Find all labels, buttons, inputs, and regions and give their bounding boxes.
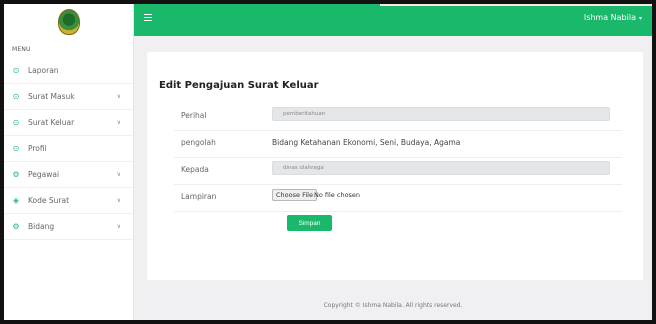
chevron-down-icon: ∨ — [116, 119, 121, 126]
perihal-input[interactable]: pemberitahuan — [272, 107, 610, 121]
sidebar-item-label: Pegawai — [28, 170, 60, 179]
sidebar-item-kode-surat[interactable]: ◈ Kode Surat ∨ — [4, 188, 133, 214]
perihal-row: Perihal pemberitahuan — [174, 104, 622, 131]
user-name: Ishma Nabila — [583, 13, 636, 22]
sidebar-item-label: Surat Masuk — [28, 92, 75, 101]
menu-title: MENU — [12, 46, 31, 53]
circle-icon: ⊙ — [12, 91, 20, 101]
circle-icon: ⊙ — [12, 143, 20, 153]
kepada-input[interactable]: dinas olahraga — [272, 161, 610, 175]
file-status: No file chosen — [314, 191, 361, 199]
gear-icon: ⚙ — [12, 169, 20, 179]
chevron-down-icon: ∨ — [116, 223, 121, 230]
footer-copyright: Copyright © Ishma Nabila. All rights res… — [323, 302, 463, 309]
circle-icon: ⊙ — [12, 117, 20, 127]
circle-icon: ⊙ — [12, 65, 20, 75]
choose-file-button[interactable]: Choose File — [272, 189, 317, 201]
pengolah-label: pengolah — [181, 138, 216, 147]
perihal-label: Perihal — [181, 111, 207, 120]
sidebar-item-label: Bidang — [28, 222, 55, 231]
lampiran-row: Lampiran Choose File No file chosen — [174, 185, 622, 212]
sidebar-item-label: Surat Keluar — [28, 118, 75, 127]
chevron-down-icon: ∨ — [116, 197, 121, 204]
top-accent-strip — [380, 0, 656, 6]
pengolah-row: pengolah Bidang Ketahanan Ekonomi, Seni,… — [174, 131, 622, 158]
chevron-down-icon: ∨ — [116, 93, 121, 100]
sidebar-item-profil[interactable]: ⊙ Profil — [4, 136, 133, 162]
pengolah-value: Bidang Ketahanan Ekonomi, Seni, Budaya, … — [272, 138, 461, 147]
sidebar-item-surat-keluar[interactable]: ⊙ Surat Keluar ∨ — [4, 110, 133, 136]
logo-area — [4, 4, 133, 40]
caret-down-icon: ▾ — [638, 15, 642, 22]
form-card: Edit Pengajuan Surat Keluar Perihal pemb… — [147, 52, 643, 280]
gear-icon: ⚙ — [12, 221, 20, 231]
sidebar-item-label: Kode Surat — [28, 196, 70, 205]
sidebar-item-label: Laporan — [28, 66, 59, 75]
page-title: Edit Pengajuan Surat Keluar — [159, 80, 319, 91]
menu-toggle-icon[interactable] — [144, 14, 152, 21]
kepada-label: Kepada — [181, 165, 209, 174]
sidebar-item-bidang[interactable]: ⚙ Bidang ∨ — [4, 214, 133, 240]
lampiran-label: Lampiran — [181, 192, 217, 201]
sidebar-item-surat-masuk[interactable]: ⊙ Surat Masuk ∨ — [4, 84, 133, 110]
kepada-row: Kepada dinas olahraga — [174, 158, 622, 185]
main-content: Edit Pengajuan Surat Keluar Perihal pemb… — [134, 36, 652, 320]
logo-emblem[interactable] — [57, 9, 80, 35]
sidebar: MENU ⊙ Laporan ⊙ Surat Masuk ∨ ⊙ Surat K… — [4, 4, 134, 320]
chevron-down-icon: ∨ — [116, 171, 121, 178]
user-menu[interactable]: Ishma Nabila ▾ — [584, 13, 642, 22]
sidebar-item-laporan[interactable]: ⊙ Laporan — [4, 58, 133, 84]
save-button[interactable]: Simpan — [287, 215, 332, 231]
sidebar-item-label: Profil — [28, 144, 47, 153]
top-navbar: Ishma Nabila ▾ — [134, 4, 652, 36]
diamond-icon: ◈ — [12, 195, 20, 205]
sidebar-item-pegawai[interactable]: ⚙ Pegawai ∨ — [4, 162, 133, 188]
